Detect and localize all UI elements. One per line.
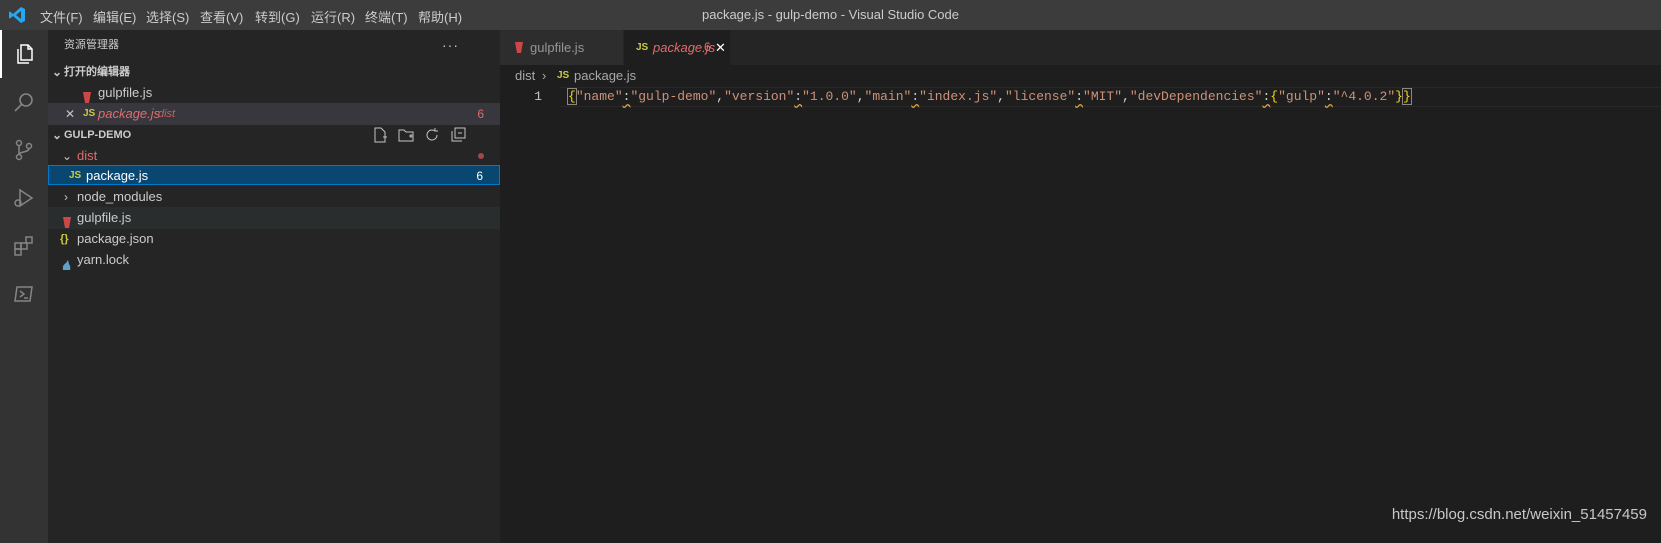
menu-view[interactable]: 查看(V) bbox=[200, 7, 243, 26]
search-icon[interactable] bbox=[0, 78, 48, 126]
chevron-down-icon: ⌄ bbox=[52, 128, 63, 142]
new-file-icon[interactable] bbox=[372, 127, 388, 143]
chevron-right-icon: › bbox=[64, 190, 68, 204]
menu-edit[interactable]: 编辑(E) bbox=[93, 7, 136, 26]
menu-terminal[interactable]: 终端(T) bbox=[365, 7, 408, 26]
breadcrumb-folder[interactable]: dist bbox=[515, 65, 535, 87]
close-icon[interactable]: ✕ bbox=[65, 103, 75, 125]
tab-gulpfile[interactable]: gulpfile.js bbox=[500, 30, 623, 65]
js-file-icon: JS bbox=[69, 170, 82, 181]
json-file-icon: {} bbox=[60, 233, 69, 245]
more-actions-icon[interactable]: ··· bbox=[442, 34, 459, 56]
remote-icon[interactable] bbox=[0, 270, 48, 318]
explorer-title: 资源管理器 bbox=[64, 39, 119, 51]
open-editors-header[interactable]: ⌄ 打开的编辑器 bbox=[48, 61, 500, 83]
tree-item-gulpfile[interactable]: gulpfile.js bbox=[48, 207, 500, 229]
run-debug-icon[interactable] bbox=[0, 174, 48, 222]
gulp-icon bbox=[515, 42, 523, 53]
js-file-icon: JS bbox=[636, 42, 649, 53]
menu-help[interactable]: 帮助(H) bbox=[418, 7, 462, 26]
tree-item-package-js[interactable]: JS package.js 6 bbox=[48, 165, 500, 185]
source-control-icon[interactable] bbox=[0, 126, 48, 174]
menu-run[interactable]: 运行(R) bbox=[311, 7, 355, 26]
chevron-down-icon: ⌄ bbox=[52, 65, 63, 79]
menu-file[interactable]: 文件(F) bbox=[40, 7, 83, 26]
breadcrumb-file[interactable]: package.js bbox=[574, 65, 636, 87]
explorer-sidebar: 资源管理器 ··· ⌄ 打开的编辑器 gulpfile.js ✕ JS pack… bbox=[48, 30, 500, 543]
new-folder-icon[interactable] bbox=[398, 127, 414, 143]
problem-count: 6 bbox=[476, 169, 483, 183]
project-header[interactable]: ⌄ GULP-DEMO bbox=[48, 124, 500, 146]
watermark: https://blog.csdn.net/weixin_51457459 bbox=[1391, 506, 1647, 523]
menu-goto[interactable]: 转到(G) bbox=[255, 7, 300, 26]
explorer-icon[interactable] bbox=[0, 30, 48, 78]
problem-count: 6 bbox=[704, 40, 711, 54]
menu-selection[interactable]: 选择(S) bbox=[146, 7, 189, 26]
refresh-icon[interactable] bbox=[424, 127, 440, 143]
tree-item-dist[interactable]: ⌄ dist bbox=[48, 145, 500, 167]
code-line: {"name":"gulp-demo","version":"1.0.0","m… bbox=[567, 88, 1412, 105]
tree-item-yarn-lock[interactable]: yarn.lock bbox=[48, 249, 500, 271]
activity-bar bbox=[0, 30, 48, 543]
code-editor[interactable]: 1 {"name":"gulp-demo","version":"1.0.0",… bbox=[500, 87, 1661, 543]
tree-item-package-json[interactable]: {} package.json bbox=[48, 228, 500, 250]
chevron-down-icon: ⌄ bbox=[62, 149, 73, 163]
window-title: package.js - gulp-demo - Visual Studio C… bbox=[701, 7, 960, 22]
js-file-icon: JS bbox=[557, 70, 570, 81]
close-icon[interactable]: ✕ bbox=[715, 30, 726, 65]
editor-description: dist bbox=[158, 108, 176, 120]
extensions-icon[interactable] bbox=[0, 222, 48, 270]
error-dot-icon bbox=[478, 153, 484, 159]
breadcrumb: dist › JS package.js bbox=[500, 65, 1661, 87]
vscode-logo-icon bbox=[9, 7, 25, 23]
open-editor-item-package[interactable]: ✕ JS package.js dist 6 bbox=[48, 103, 500, 125]
collapse-all-icon[interactable] bbox=[450, 127, 466, 143]
line-number: 1 bbox=[534, 89, 542, 104]
editor-tabs: gulpfile.js JS package.js 6 ✕ bbox=[500, 30, 1661, 65]
yarn-icon bbox=[62, 260, 71, 270]
chevron-right-icon: › bbox=[542, 68, 547, 83]
open-editor-item-gulpfile[interactable]: gulpfile.js bbox=[48, 82, 500, 104]
tab-package-js[interactable]: JS package.js 6 ✕ bbox=[624, 30, 730, 65]
explorer-header: 资源管理器 ··· bbox=[48, 34, 500, 56]
title-bar: 文件(F) 编辑(E) 选择(S) 查看(V) 转到(G) 运行(R) 终端(T… bbox=[0, 0, 1661, 30]
tree-item-node-modules[interactable]: › node_modules bbox=[48, 186, 500, 208]
problem-count: 6 bbox=[477, 107, 484, 121]
js-file-icon: JS bbox=[83, 108, 96, 119]
